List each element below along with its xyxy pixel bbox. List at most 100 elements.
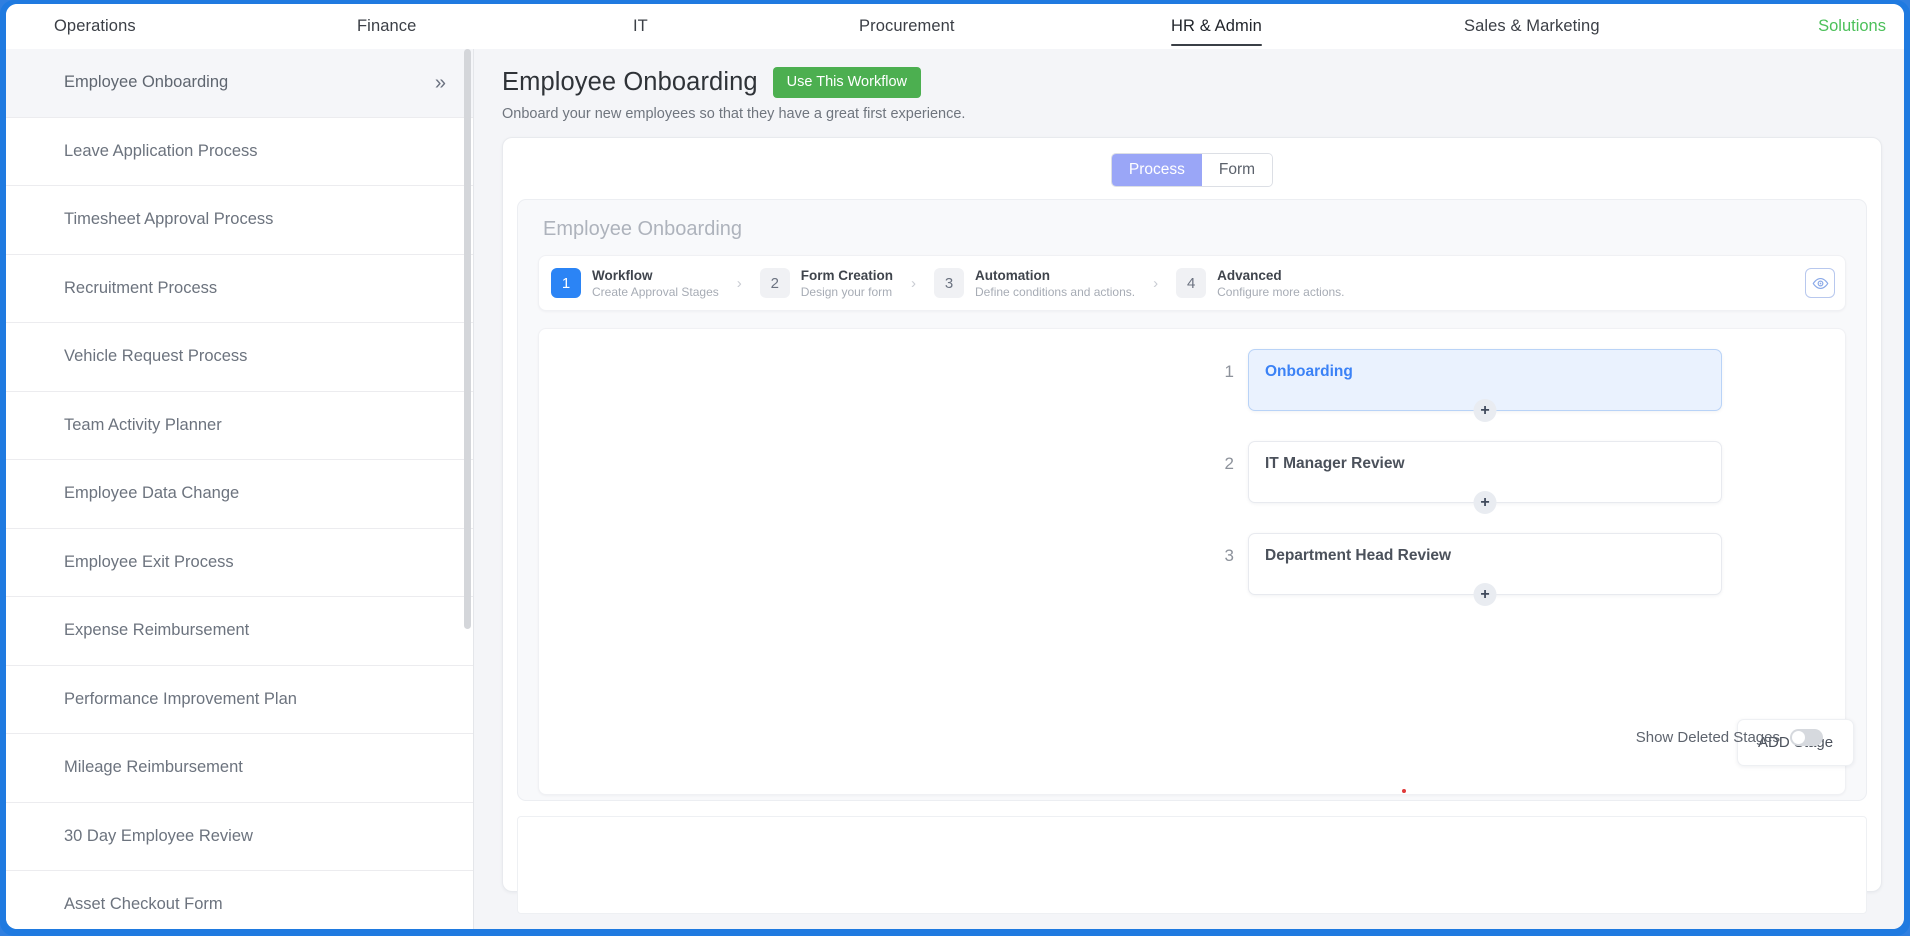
step-description: Define conditions and actions.: [975, 284, 1136, 299]
content-area: Employee Onboarding » Leave Application …: [6, 49, 1904, 929]
sidebar-item-team-activity-planner[interactable]: Team Activity Planner: [6, 391, 473, 460]
add-stage-below-plus-icon[interactable]: +: [1473, 399, 1497, 423]
sidebar-item-label: Mileage Reimbursement: [64, 758, 243, 777]
page-title: Employee Onboarding: [502, 67, 758, 96]
nav-tab-finance[interactable]: Finance: [357, 4, 416, 49]
add-stage-below-plus-icon[interactable]: +: [1473, 491, 1497, 515]
step-name: Automation: [975, 267, 1051, 283]
step-automation[interactable]: 3 Automation Define conditions and actio…: [934, 268, 1135, 299]
solutions-label: Solutions: [1818, 17, 1886, 35]
step-name: Form Creation: [800, 267, 894, 283]
tab-form[interactable]: Form: [1201, 153, 1273, 187]
sidebar-item-label: Expense Reimbursement: [64, 621, 250, 640]
chevron-right-icon: ›: [911, 274, 917, 292]
step-number: 2: [759, 268, 790, 299]
active-tab-underline: [1171, 43, 1262, 46]
view-mode-switcher: Process Form: [517, 152, 1867, 188]
sidebar-item-label: Employee Data Change: [64, 484, 240, 503]
sidebar-item-mileage-reimbursement[interactable]: Mileage Reimbursement: [6, 734, 473, 803]
step-number: 3: [934, 268, 965, 299]
sidebar-item-vehicle-request-process[interactable]: Vehicle Request Process: [6, 323, 473, 392]
top-navigation-bar: Operations Finance IT Procurement HR & A…: [6, 4, 1904, 49]
sidebar-item-label: Leave Application Process: [64, 141, 258, 160]
sidebar-item-label: Timesheet Approval Process: [64, 210, 274, 229]
sidebar-item-recruitment-process[interactable]: Recruitment Process: [6, 254, 473, 323]
step-name: Workflow: [592, 267, 653, 283]
nav-tab-hr-admin[interactable]: HR & Admin: [1171, 4, 1262, 49]
nav-tab-label: Operations: [54, 17, 136, 35]
sidebar-item-label: Performance Improvement Plan: [64, 689, 297, 708]
sidebar-item-leave-application-process[interactable]: Leave Application Process: [6, 117, 473, 186]
nav-tab-label: IT: [633, 17, 648, 35]
sidebar-item-performance-improvement-plan[interactable]: Performance Improvement Plan: [6, 665, 473, 734]
stage-card-label: IT Manager Review: [1265, 455, 1405, 473]
sidebar-item-label: 30 Day Employee Review: [64, 826, 253, 845]
empty-detail-pane: [517, 815, 1867, 914]
sidebar-item-employee-onboarding[interactable]: Employee Onboarding »: [6, 49, 473, 118]
sidebar-item-label: Employee Onboarding: [64, 73, 229, 92]
page-header: Employee Onboarding Use This Workflow: [502, 67, 1882, 98]
sidebar-item-label: Employee Exit Process: [64, 552, 234, 571]
stage-row: 2 IT Manager Review +: [1212, 441, 1722, 515]
nav-tab-it[interactable]: IT: [633, 4, 648, 49]
step-description: Create Approval Stages: [592, 284, 719, 299]
step-number: 4: [1176, 268, 1207, 299]
stage-row: 3 Department Head Review +: [1212, 533, 1722, 607]
viewport: Operations Finance IT Procurement HR & A…: [6, 4, 1904, 929]
stage-card-label: Department Head Review: [1265, 547, 1452, 565]
nav-tab-operations[interactable]: Operations: [54, 4, 136, 49]
stage-card-label: Onboarding: [1265, 363, 1353, 381]
sidebar-item-asset-checkout-form[interactable]: Asset Checkout Form: [6, 871, 473, 929]
show-deleted-stages-toggle[interactable]: [1790, 729, 1823, 747]
use-this-workflow-button[interactable]: Use This Workflow: [772, 67, 921, 98]
eye-icon: [1812, 277, 1828, 289]
workflow-builder-card: Employee Onboarding 1 Workflow Create Ap…: [517, 199, 1867, 802]
nav-link-solutions[interactable]: Solutions: [1818, 4, 1886, 49]
workflow-builder-title: Employee Onboarding: [543, 218, 743, 241]
workflow-stepper: 1 Workflow Create Approval Stages › 2 Fo…: [538, 255, 1846, 312]
unsaved-indicator-dot: [1402, 789, 1406, 794]
show-deleted-stages-label: Show Deleted Stages: [1635, 729, 1780, 747]
sidebar-scrollbar[interactable]: [464, 49, 471, 629]
stage-card-department-head-review[interactable]: Department Head Review +: [1248, 533, 1722, 607]
nav-tab-sales-marketing[interactable]: Sales & Marketing: [1464, 4, 1600, 49]
sidebar-item-expense-reimbursement[interactable]: Expense Reimbursement: [6, 597, 473, 666]
step-description: Design your form: [800, 284, 893, 299]
stage-row: 1 Onboarding +: [1212, 349, 1722, 423]
step-workflow[interactable]: 1 Workflow Create Approval Stages: [551, 268, 719, 299]
add-stage-below-plus-icon[interactable]: +: [1473, 583, 1497, 607]
stage-card-it-manager-review[interactable]: IT Manager Review +: [1248, 441, 1722, 515]
sidebar-item-label: Recruitment Process: [64, 278, 218, 297]
stage-number: 3: [1224, 546, 1234, 566]
stages-board: 1 Onboarding + 2 IT Manager Review + 3 D…: [538, 328, 1855, 796]
sidebar-item-30-day-employee-review[interactable]: 30 Day Employee Review: [6, 802, 473, 871]
nav-tab-label: Finance: [357, 17, 417, 35]
toggle-knob: [1792, 731, 1805, 745]
workflow-panel: Process Form Employee Onboarding 1 Workf…: [502, 136, 1882, 914]
workflow-list-sidebar: Employee Onboarding » Leave Application …: [6, 49, 474, 929]
stage-card-onboarding[interactable]: Onboarding +: [1248, 349, 1722, 423]
sidebar-item-employee-exit-process[interactable]: Employee Exit Process: [6, 528, 473, 597]
step-number: 1: [551, 268, 581, 299]
sidebar-item-label: Vehicle Request Process: [64, 347, 248, 366]
sidebar-item-label: Team Activity Planner: [64, 415, 222, 434]
chevron-right-icon: ›: [1153, 274, 1159, 292]
step-name: Advanced: [1217, 267, 1282, 283]
sidebar-item-timesheet-approval-process[interactable]: Timesheet Approval Process: [6, 186, 473, 255]
nav-tab-label: Procurement: [859, 17, 955, 35]
show-deleted-stages-control: Show Deleted Stages: [1635, 729, 1823, 747]
segmented-control: Process Form: [1110, 152, 1274, 188]
main-pane: Employee Onboarding Use This Workflow On…: [474, 49, 1904, 929]
tab-process[interactable]: Process: [1111, 153, 1202, 187]
stage-number: 2: [1224, 454, 1234, 474]
nav-tab-procurement[interactable]: Procurement: [859, 4, 955, 49]
step-description: Configure more actions.: [1217, 284, 1345, 299]
sidebar-item-label: Asset Checkout Form: [64, 895, 223, 914]
preview-button[interactable]: [1805, 268, 1835, 299]
page-subtitle: Onboard your new employees so that they …: [502, 105, 966, 122]
step-form-creation[interactable]: 2 Form Creation Design your form: [759, 267, 894, 299]
chevron-double-right-icon[interactable]: »: [435, 73, 447, 93]
sidebar-item-employee-data-change[interactable]: Employee Data Change: [6, 460, 473, 529]
step-advanced[interactable]: 4 Advanced Configure more actions.: [1176, 267, 1345, 299]
chevron-right-icon: ›: [736, 274, 742, 292]
